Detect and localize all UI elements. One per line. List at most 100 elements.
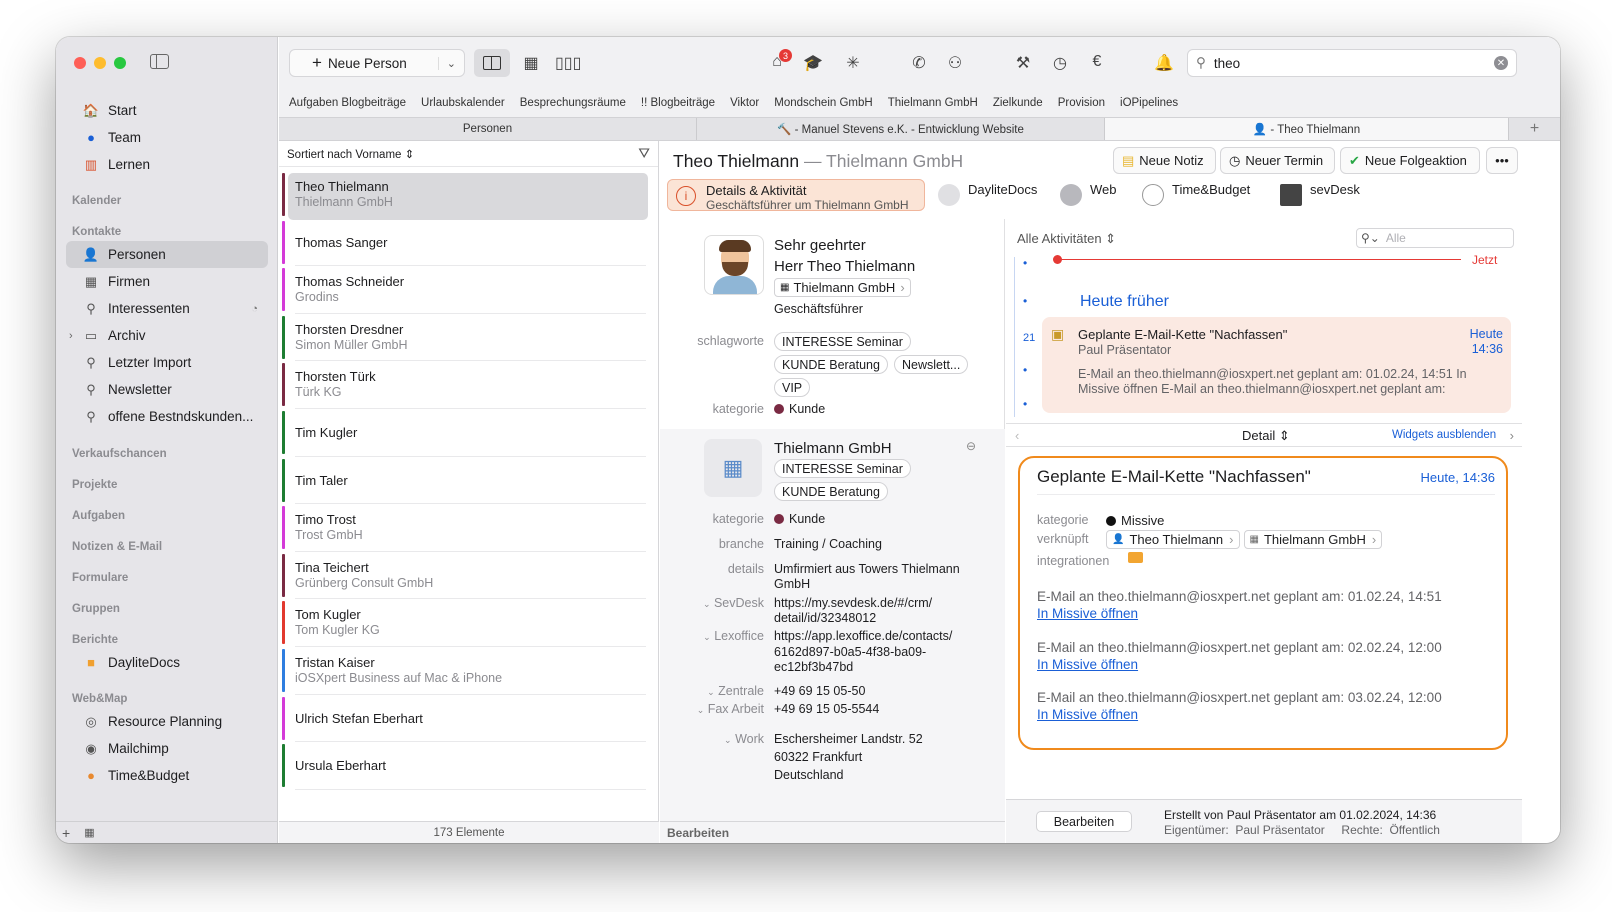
sidebar-item-daylitedocs[interactable]: ■ DayliteDocs <box>66 649 268 676</box>
sevdesk-link[interactable]: detail/id/32348012 <box>774 611 876 625</box>
list-item[interactable]: Thomas Sanger <box>282 219 646 267</box>
list-item[interactable]: Thorsten Türk Türk KG <box>282 361 646 409</box>
tab-web[interactable]: Web <box>1056 179 1132 211</box>
sevdesk-link[interactable]: https://my.sevdesk.de/#/crm/ <box>774 596 932 610</box>
split-view-icon[interactable] <box>474 49 510 77</box>
search-field[interactable]: ⚲ theo ✕ <box>1187 49 1517 77</box>
folder-icon[interactable] <box>1128 552 1143 563</box>
clear-search-icon[interactable]: ✕ <box>1494 56 1508 70</box>
new-note-button[interactable]: ▤ Neue Notiz <box>1113 147 1216 174</box>
keyword-tag[interactable]: KUNDE Beratung <box>774 355 888 374</box>
favorite-item[interactable]: !! Blogbeiträge <box>641 97 715 109</box>
section-gruppen[interactable]: Gruppen <box>72 603 120 615</box>
tab-personen[interactable]: Personen <box>279 118 697 140</box>
company-tag[interactable]: INTERESSE Seminar <box>774 459 911 478</box>
edit-button[interactable]: Bearbeiten <box>1036 811 1132 832</box>
section-formulare[interactable]: Formulare <box>72 572 128 584</box>
chevron-right-icon[interactable]: › <box>69 330 73 342</box>
sidebar-item-letzter-import[interactable]: ⚲ Letzter Import <box>66 349 268 376</box>
list-item[interactable]: Tristan Kaiser iOSXpert Business auf Mac … <box>282 647 646 695</box>
tab-manuel-stevens[interactable]: 🔨 - Manuel Stevens e.K. - Entwicklung We… <box>697 118 1105 140</box>
euro-icon[interactable]: € <box>1085 53 1109 71</box>
list-item[interactable]: Tim Kugler <box>282 409 646 457</box>
favorite-item[interactable]: Viktor <box>730 97 759 109</box>
sidebar-toggle-icon[interactable] <box>150 54 169 69</box>
section-webmap[interactable]: Web&Map <box>72 693 127 705</box>
sidebar-item-mailchimp[interactable]: ◉ Mailchimp <box>66 735 268 762</box>
columns-view-icon[interactable]: ▯▯▯ <box>555 53 581 73</box>
sidebar-item-interessenten[interactable]: ⚲ Interessenten ◔ <box>66 295 268 322</box>
linked-person[interactable]: 👤 Theo Thielmann › <box>1106 530 1240 549</box>
lexoffice-link[interactable]: https://app.lexoffice.de/contacts/ <box>774 629 952 643</box>
section-verkaufschancen[interactable]: Verkaufschancen <box>72 448 167 460</box>
tab-timebudget[interactable]: Time&Budget <box>1138 179 1270 211</box>
detail-dropdown[interactable]: Detail ⇕ <box>1242 428 1290 444</box>
more-options-icon[interactable]: ⊖ <box>966 439 976 453</box>
section-kalender[interactable]: Kalender <box>72 195 121 207</box>
section-projekte[interactable]: Projekte <box>72 479 117 491</box>
sidebar-item-timebudget[interactable]: ● Time&Budget <box>66 762 268 789</box>
sidebar-item-start[interactable]: 🏠 Start <box>66 97 268 124</box>
favorite-item[interactable]: Urlaubskalender <box>421 97 505 109</box>
bell-icon[interactable]: 🔔 <box>1152 53 1176 73</box>
lexoffice-link[interactable]: 6162d897-b0a5-4f38-ba09- <box>774 645 926 659</box>
section-notizen[interactable]: Notizen & E-Mail <box>72 541 162 553</box>
list-item[interactable]: Tina Teichert Grünberg Consult GmbH <box>282 552 646 600</box>
sort-dropdown[interactable]: Sortiert nach Vorname ⇕ <box>287 147 414 161</box>
list-item[interactable]: Tim Taler <box>282 457 646 505</box>
timer-icon[interactable]: ◷ <box>1048 53 1072 73</box>
keyword-tag[interactable]: Newslett... <box>894 355 969 374</box>
activity-filter[interactable]: Alle Aktivitäten ⇕ <box>1017 231 1116 247</box>
more-button[interactable]: ••• <box>1486 147 1518 174</box>
sidebar-item-newsletter[interactable]: ⚲ Newsletter <box>66 376 268 403</box>
linked-company[interactable]: ▦ Thielmann GmbH › <box>1243 530 1383 549</box>
sidebar-item-resource-planning[interactable]: ◎ Resource Planning <box>66 708 268 735</box>
phone-icon[interactable]: ✆ <box>907 53 931 73</box>
open-in-missive-link[interactable]: In Missive öffnen <box>1037 606 1138 621</box>
sidebar-item-offene-bestandskunden[interactable]: ⚲ offene Bestndskunden... <box>66 403 268 430</box>
section-berichte[interactable]: Berichte <box>72 634 118 646</box>
sidebar-item-lernen[interactable]: ▥ Lernen <box>66 151 268 178</box>
hide-widgets-link[interactable]: Widgets ausblenden <box>1392 429 1496 441</box>
sparkle-icon[interactable]: ✳ <box>841 53 865 73</box>
open-in-missive-link[interactable]: In Missive öffnen <box>1037 707 1138 722</box>
favorite-item[interactable]: Aufgaben Blogbeiträge <box>289 97 406 109</box>
tab-daylitedocs[interactable]: DayliteDocs <box>934 179 1052 211</box>
people-link-icon[interactable]: ⚇ <box>943 53 967 73</box>
keyword-tag[interactable]: INTERESSE Seminar <box>774 332 911 351</box>
list-item[interactable]: Thorsten Dresdner Simon Müller GmbH <box>282 314 646 362</box>
list-item[interactable]: Thomas Schneider Grodins <box>282 266 646 314</box>
activity-search[interactable]: ⚲⌄ Alle <box>1356 228 1514 248</box>
table-view-icon[interactable]: ▦ <box>519 53 543 73</box>
new-person-button[interactable]: + Neue Person ⌄ <box>289 49 465 77</box>
section-kontakte[interactable]: Kontakte <box>72 226 121 238</box>
tab-details-aktivitaet[interactable]: i Details & Aktivität Geschäftsführer um … <box>667 179 925 212</box>
sidebar-item-firmen[interactable]: ▦ Firmen <box>66 268 268 295</box>
list-item[interactable]: Ursula Eberhart <box>282 742 646 790</box>
open-in-missive-link[interactable]: In Missive öffnen <box>1037 657 1138 672</box>
chevron-down-icon[interactable]: ⌄ <box>437 56 456 70</box>
graduation-cap-icon[interactable]: 🎓 <box>801 53 825 73</box>
search-input[interactable]: theo <box>1214 56 1240 71</box>
new-followup-button[interactable]: ✔ Neue Folgeaktion <box>1340 147 1480 174</box>
add-icon[interactable]: + <box>62 825 70 841</box>
list-item[interactable]: Theo Thielmann Thielmann GmbH <box>282 171 648 220</box>
keyword-tag[interactable]: VIP <box>774 378 811 397</box>
tab-sevdesk[interactable]: sevDesk <box>1276 179 1376 211</box>
zoom-button[interactable] <box>114 57 126 69</box>
edit-link[interactable]: Bearbeiten <box>667 826 729 840</box>
company-tag[interactable]: KUNDE Beratung <box>774 482 888 501</box>
add-tab-button[interactable]: + <box>1509 118 1560 140</box>
company-link[interactable]: ▦ Thielmann GmbH › <box>774 278 911 297</box>
phone-number[interactable]: +49 69 15 05-50 <box>774 684 865 698</box>
list-item[interactable]: Tom Kugler Tom Kugler KG <box>282 599 646 647</box>
chevron-left-icon[interactable]: ‹ <box>1015 428 1019 443</box>
sidebar-item-personen[interactable]: 👤 Personen <box>66 241 268 268</box>
sidebar-item-team[interactable]: ● Team <box>66 124 268 151</box>
tools-icon[interactable]: ⚒ <box>1011 53 1035 73</box>
section-aufgaben[interactable]: Aufgaben <box>72 510 125 522</box>
favorite-item[interactable]: Provision <box>1058 97 1105 109</box>
favorite-item[interactable]: Besprechungsräume <box>520 97 626 109</box>
new-appointment-button[interactable]: ◷ Neuer Termin <box>1220 147 1335 174</box>
list-item[interactable]: Ulrich Stefan Eberhart <box>282 695 646 743</box>
